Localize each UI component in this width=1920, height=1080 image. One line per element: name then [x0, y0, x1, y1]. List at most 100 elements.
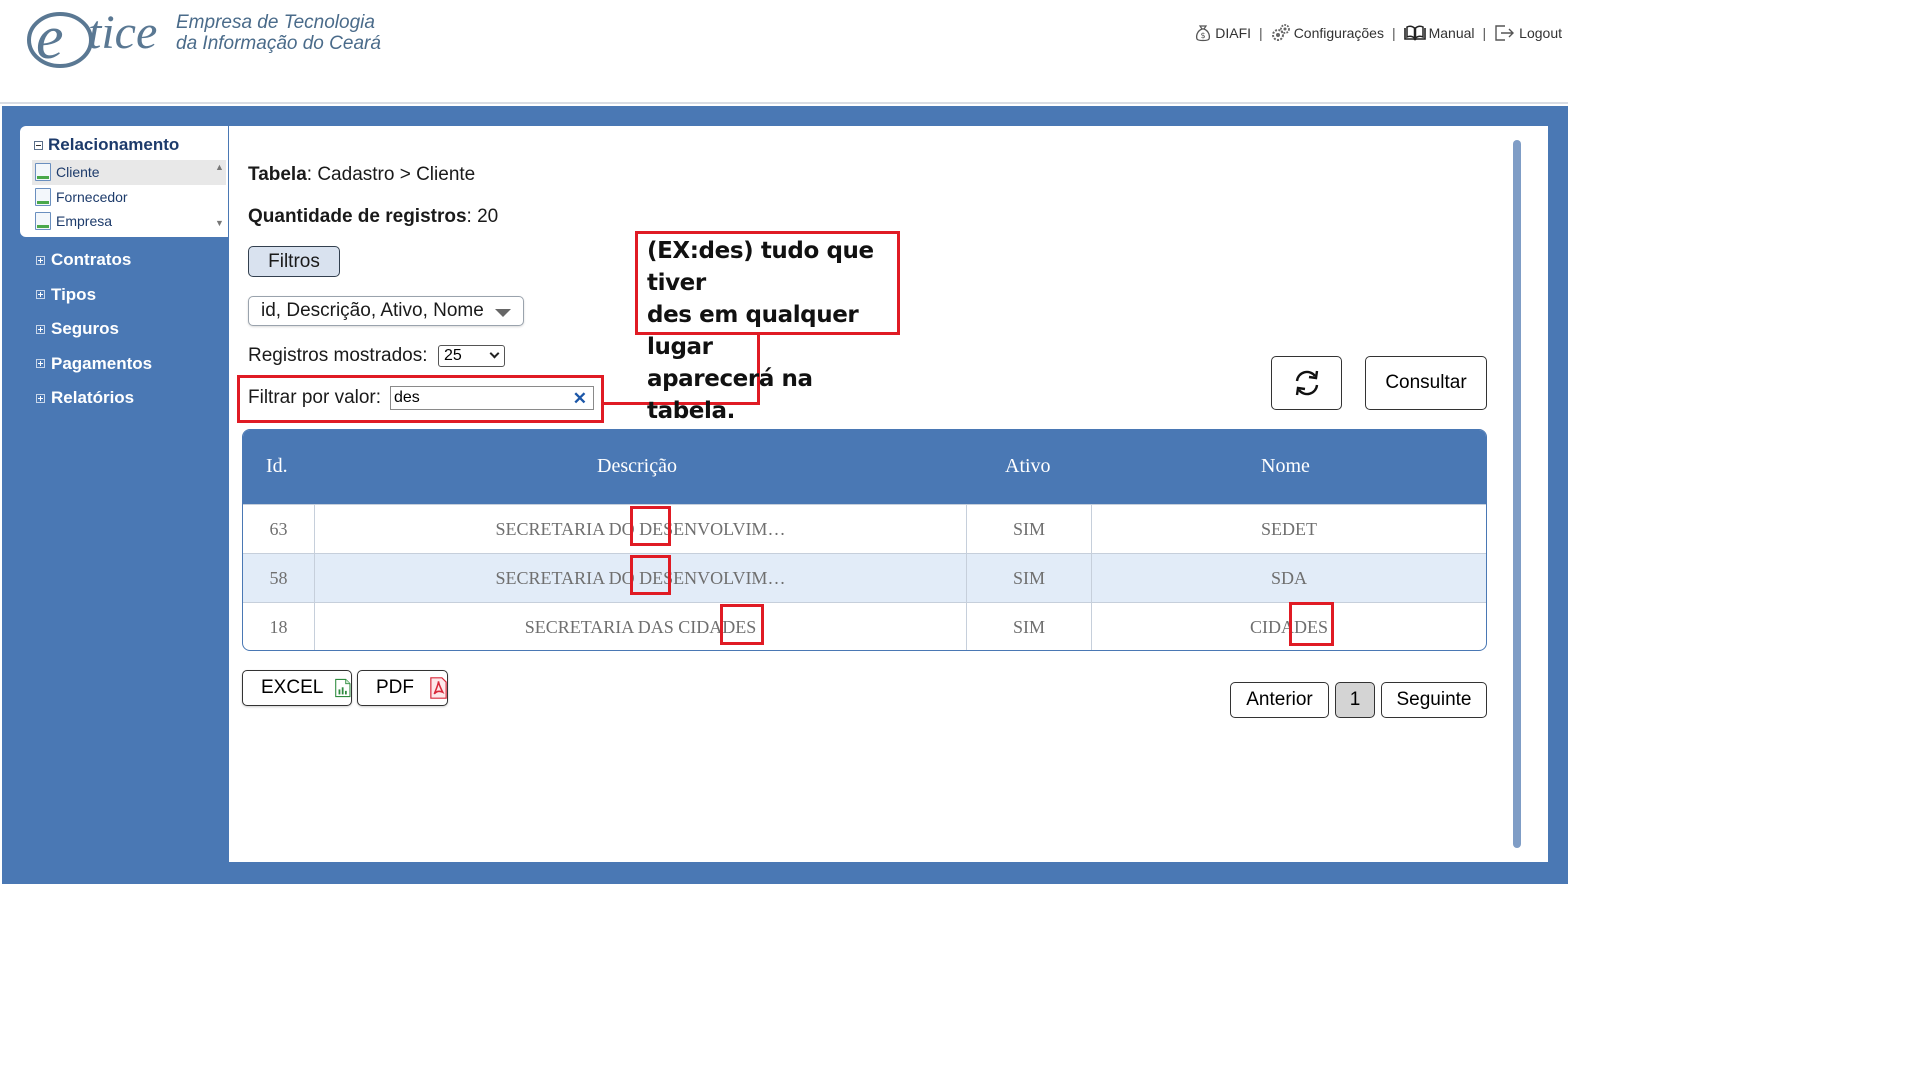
nav-logout[interactable]: Logout: [1494, 24, 1562, 42]
columns-select[interactable]: id, Descrição, Ativo, Nome: [248, 296, 524, 326]
nav-separator: |: [1391, 25, 1396, 41]
sidebar-group-relacionamento: Relacionamento Cliente Fornecedor Empres…: [20, 126, 228, 237]
consultar-button[interactable]: Consultar: [1365, 356, 1487, 410]
nav-separator: |: [1482, 25, 1487, 41]
nav-diafi-label: DIAFI: [1215, 25, 1252, 41]
open-book-icon: [1403, 25, 1426, 41]
nav-configuracoes[interactable]: Configurações: [1271, 24, 1384, 42]
gears-icon: [1271, 24, 1290, 41]
sidebar: Relacionamento Cliente Fornecedor Empres…: [2, 126, 228, 416]
document-icon: [35, 187, 51, 206]
sidebar-item-label: Fornecedor: [56, 188, 128, 205]
column-header-nome[interactable]: Nome: [1261, 455, 1310, 478]
table-path-label: Tabela: [248, 164, 307, 185]
content-scrollbar[interactable]: [1513, 140, 1521, 848]
export-pdf-button[interactable]: PDF: [357, 670, 448, 706]
record-count: Quantidade de registros: 20: [248, 206, 498, 228]
cell-nome: SDA: [1270, 568, 1307, 588]
record-count-value: : 20: [466, 206, 499, 227]
match-highlight-box: [1289, 602, 1334, 646]
etice-logo: e tice Empresa de Tecnologia da Informaç…: [26, 2, 446, 74]
money-bag-icon: $: [1196, 25, 1211, 42]
export-excel-button[interactable]: EXCEL: [242, 670, 352, 706]
column-header-descricao[interactable]: Descrição: [597, 455, 677, 478]
nav-manual-label: Manual: [1428, 25, 1475, 41]
collapse-icon[interactable]: [34, 140, 43, 150]
sidebar-group-label: Contratos: [51, 250, 132, 270]
expand-icon: [36, 290, 45, 300]
refresh-button[interactable]: [1271, 356, 1342, 410]
sidebar-group-contratos[interactable]: Contratos: [2, 243, 228, 278]
sidebar-group-title[interactable]: Relacionamento: [34, 135, 179, 155]
document-icon: [35, 212, 51, 231]
expand-icon: [36, 255, 45, 265]
table-row[interactable]: 58 SECRETARIA DO DESENVOLVIM… SIM SDA: [243, 553, 1486, 603]
table-header: Id. Descrição Ativo Nome: [243, 430, 1486, 504]
company-line-2: da Informação do Ceará: [176, 33, 381, 54]
match-highlight-box: [720, 604, 764, 645]
app-header: e tice Empresa de Tecnologia da Informaç…: [0, 0, 1568, 104]
sidebar-item-empresa[interactable]: Empresa: [32, 209, 226, 234]
sidebar-group-relatorios[interactable]: Relatórios: [2, 381, 228, 416]
sidebar-group-seguros[interactable]: Seguros: [2, 312, 228, 347]
cell-id: 63: [243, 505, 315, 554]
columns-select-value: id, Descrição, Ativo, Nome: [261, 300, 484, 321]
sidebar-item-fornecedor[interactable]: Fornecedor: [32, 185, 226, 210]
chevron-down-icon: [489, 348, 500, 359]
pdf-icon: [430, 677, 447, 699]
expand-icon: [36, 393, 45, 403]
table-path-value: : Cadastro > Cliente: [306, 164, 476, 185]
refresh-icon: [1295, 370, 1318, 396]
registros-select[interactable]: 25: [438, 345, 505, 367]
sidebar-submenu: Cliente Fornecedor Empresa ▲ ▼: [32, 160, 226, 234]
match-highlight-box: [630, 555, 671, 595]
record-count-label: Quantidade de registros: [248, 206, 467, 227]
nav-separator: |: [1259, 25, 1263, 41]
filtros-button[interactable]: Filtros: [248, 246, 340, 277]
scroll-up-arrow-icon[interactable]: ▲: [215, 162, 224, 172]
filter-highlight-box: [237, 375, 604, 423]
annotation-line-1: (EX:des) tudo que tiver: [647, 238, 874, 296]
annotation-line-3: aparecerá na tabela.: [647, 366, 813, 424]
registros-label: Registros mostrados:: [248, 345, 428, 366]
logout-icon: [1495, 25, 1515, 41]
caret-down-icon: [495, 309, 511, 317]
registros-select-value: 25: [444, 347, 462, 364]
annotation-line-2: des em qualquer lugar: [647, 302, 859, 360]
cell-nome: SEDET: [1261, 519, 1317, 539]
pager-next-button[interactable]: Seguinte: [1381, 682, 1487, 718]
svg-text:$: $: [1201, 31, 1206, 40]
column-header-id[interactable]: Id.: [266, 455, 288, 478]
sidebar-group-label: Tipos: [51, 284, 97, 304]
expand-icon: [36, 359, 45, 369]
expand-icon: [36, 324, 45, 334]
pager-previous-button[interactable]: Anterior: [1230, 682, 1329, 718]
top-navigation: $ DIAFI | Configurações | Manual | Logou…: [1194, 24, 1562, 42]
sidebar-group-tipos[interactable]: Tipos: [2, 278, 228, 313]
match-highlight-box: [630, 506, 671, 546]
submenu-scrollbar[interactable]: ▲ ▼: [212, 160, 226, 234]
nav-logout-label: Logout: [1519, 25, 1562, 41]
svg-text:tice: tice: [88, 6, 157, 59]
sidebar-group-pagamentos[interactable]: Pagamentos: [2, 347, 228, 382]
cell-descricao: SECRETARIA DAS CIDADES: [315, 603, 967, 650]
export-excel-label: EXCEL: [261, 677, 324, 698]
column-header-ativo[interactable]: Ativo: [1005, 455, 1051, 478]
cell-id: 18: [243, 603, 315, 650]
cell-ativo: SIM: [967, 554, 1092, 603]
table-row[interactable]: 63 SECRETARIA DO DESENVOLVIM… SIM SEDET: [243, 504, 1486, 554]
sidebar-group-label: Relatórios: [51, 388, 135, 408]
spreadsheet-icon: [335, 678, 351, 698]
cell-ativo: SIM: [967, 505, 1092, 554]
sidebar-item-label: Cliente: [56, 164, 100, 181]
export-pdf-label: PDF: [376, 677, 414, 698]
company-name: Empresa de Tecnologia da Informação do C…: [176, 12, 381, 54]
pager-page-button[interactable]: 1: [1335, 682, 1375, 718]
nav-configuracoes-label: Configurações: [1293, 25, 1384, 41]
scroll-down-arrow-icon[interactable]: ▼: [215, 218, 224, 228]
document-icon: [35, 163, 51, 182]
nav-manual[interactable]: Manual: [1403, 25, 1475, 41]
cell-ativo: SIM: [967, 603, 1092, 650]
nav-diafi[interactable]: $ DIAFI: [1194, 24, 1251, 42]
sidebar-item-cliente[interactable]: Cliente: [32, 160, 226, 185]
